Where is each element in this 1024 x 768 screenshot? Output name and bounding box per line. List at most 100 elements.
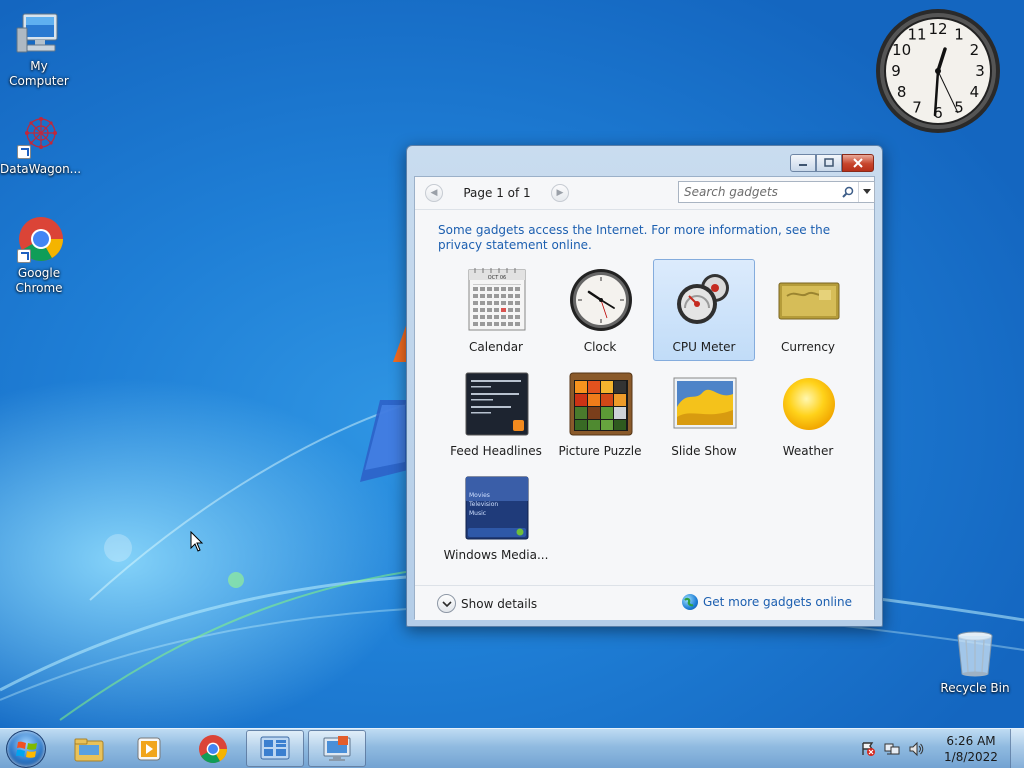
gadget-weather[interactable]: Weather (757, 363, 859, 465)
desktop-icon-recycle-bin[interactable]: Recycle Bin (936, 630, 1014, 696)
desktop-icon-datawagon[interactable]: DataWagon... (0, 111, 82, 177)
network-icon[interactable] (883, 740, 901, 758)
calendar-day-cell (501, 287, 506, 291)
gadget-label: Currency (780, 340, 836, 354)
calendar-day-cell (473, 294, 478, 298)
picture-puzzle-icon (569, 372, 633, 436)
taskbar-display-button[interactable] (308, 730, 366, 767)
slide-show-icon (673, 372, 737, 436)
taskbar-explorer-button[interactable] (60, 730, 118, 767)
maximize-button[interactable] (816, 154, 842, 172)
media-center-menu-item: Music (469, 510, 486, 517)
clock-date: 1/8/2022 (944, 750, 998, 764)
calendar-day-cell (515, 315, 520, 319)
calendar-day-cell (473, 287, 478, 291)
calendar-day-cell (473, 322, 478, 326)
gadget-calendar[interactable]: OCT 06 Calendar (445, 259, 547, 361)
show-details-button[interactable]: Show details (437, 594, 537, 613)
minimize-button[interactable] (790, 154, 816, 172)
calendar-day-cell (501, 294, 506, 298)
calendar-day-cell (487, 308, 492, 312)
gadget-label: Clock (583, 340, 617, 354)
divider (415, 209, 874, 210)
minimize-icon (799, 164, 807, 166)
gadget-label: Picture Puzzle (558, 444, 642, 458)
weather-icon (777, 372, 841, 436)
gadget-clock[interactable]: Clock (549, 259, 651, 361)
clock-numeral: 10 (892, 41, 911, 59)
search-dropdown-button[interactable] (858, 182, 874, 202)
clock[interactable]: 6:26 AM 1/8/2022 (936, 733, 1006, 765)
gadget-currency[interactable]: Currency (757, 259, 859, 361)
clock-icon (569, 268, 633, 332)
taskbar-gadgets-button[interactable] (246, 730, 304, 767)
calendar-day-cell (487, 294, 492, 298)
media-center-menu-item: Movies (469, 492, 490, 499)
privacy-statement-link[interactable]: Some gadgets access the Internet. For mo… (438, 223, 848, 253)
clock-numeral: 7 (912, 98, 922, 116)
desktop-clock-gadget[interactable]: 12 1 2 3 4 5 6 7 8 9 10 11 (874, 7, 1002, 135)
close-button[interactable] (842, 154, 874, 172)
calendar-day-cell (494, 287, 499, 291)
calendar-day-cell (515, 322, 520, 326)
window-controls (790, 154, 874, 172)
media-center-menu-item: Television (468, 501, 498, 508)
calendar-day-cell (480, 301, 485, 305)
next-page-button[interactable]: ▶ (551, 184, 569, 202)
previous-page-button[interactable]: ◀ (425, 184, 443, 202)
desktop-icon-google-chrome[interactable]: Google Chrome (0, 215, 78, 296)
calendar-day-cell (494, 315, 499, 319)
cpu-meter-icon (673, 268, 737, 332)
gadget-picture-puzzle[interactable]: Picture Puzzle (549, 363, 651, 465)
shortcut-arrow-icon (17, 249, 31, 263)
clock-numeral: 8 (897, 83, 907, 101)
system-tray: 6:26 AM 1/8/2022 (856, 729, 1024, 768)
taskbar-media-player-button[interactable] (120, 730, 178, 767)
desktop-icon-my-computer[interactable]: My Computer (0, 8, 78, 89)
gadget-windows-media-center[interactable]: Movies Television Music Windows Media... (444, 467, 548, 569)
pager: ◀ Page 1 of 1 ▶ (425, 182, 569, 204)
calendar-day-cell (473, 308, 478, 312)
clock-numeral: 11 (907, 26, 926, 44)
taskbar: 6:26 AM 1/8/2022 (0, 728, 1024, 768)
clock-face-icon: 12 1234567891011 (876, 9, 1000, 133)
search-gadgets-box (678, 181, 875, 203)
calendar-day-cell (508, 315, 513, 319)
search-input[interactable] (679, 183, 838, 201)
chevron-right-icon: ▶ (556, 188, 564, 198)
desktop-icon-label: DataWagon... (0, 162, 82, 176)
calendar-day-cell (508, 287, 513, 291)
computer-icon (15, 8, 63, 56)
action-center-icon[interactable] (859, 740, 877, 758)
show-desktop-button[interactable] (1010, 729, 1024, 768)
page-indicator: Page 1 of 1 (463, 186, 531, 200)
gadget-slide-show[interactable]: Slide Show (653, 363, 755, 465)
gadget-label: Weather (782, 444, 834, 458)
gadget-feed-headlines[interactable]: Feed Headlines (445, 363, 547, 465)
media-player-icon (137, 737, 161, 760)
calendar-day-cell (508, 308, 513, 312)
calendar-day-cell (508, 294, 513, 298)
svg-text:OCT 06: OCT 06 (488, 275, 506, 281)
mouse-cursor-icon (190, 531, 204, 552)
get-more-gadgets-link[interactable]: Get more gadgets online (681, 594, 852, 610)
gadget-label: CPU Meter (672, 340, 736, 354)
gadget-label: Windows Media... (443, 548, 549, 562)
show-details-label: Show details (461, 596, 538, 611)
globe-icon (681, 594, 698, 610)
gadget-cpu-meter[interactable]: CPU Meter (653, 259, 755, 361)
volume-icon[interactable] (907, 740, 925, 758)
calendar-day-cell (494, 301, 499, 305)
gadget-label: Slide Show (671, 444, 737, 458)
shortcut-arrow-icon (17, 145, 31, 159)
datawagon-icon (15, 111, 63, 159)
search-button[interactable] (838, 183, 858, 201)
start-button[interactable] (6, 730, 46, 768)
clock-time: 6:26 AM (946, 734, 996, 748)
windows-media-center-icon: Movies Television Music (465, 476, 529, 540)
taskbar-chrome-button[interactable] (184, 730, 242, 767)
calendar-day-cell (501, 315, 506, 319)
calendar-day-cell (480, 315, 485, 319)
calendar-day-cell (515, 301, 520, 305)
calendar-icon: OCT 06 (465, 268, 529, 332)
